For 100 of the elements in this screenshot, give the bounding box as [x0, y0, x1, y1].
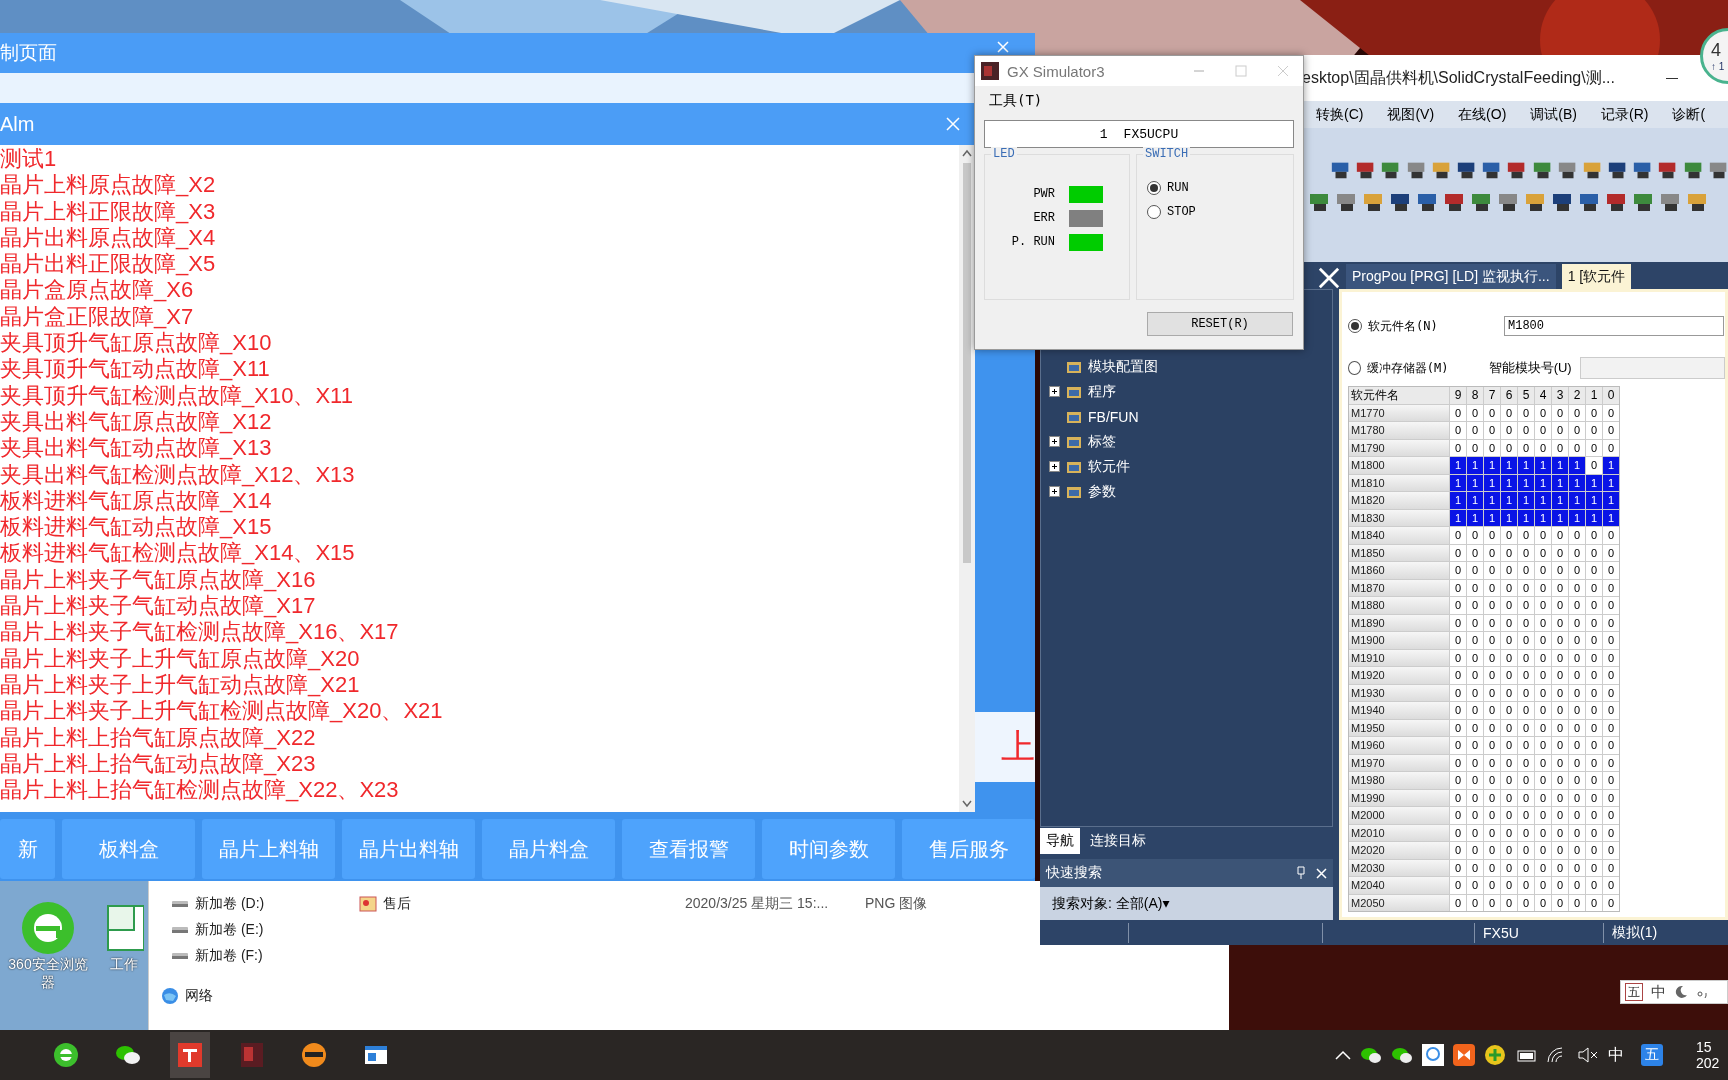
- table-cell[interactable]: 0: [1518, 772, 1534, 789]
- chat-icon[interactable]: [1360, 1045, 1382, 1065]
- table-cell[interactable]: 0: [1586, 667, 1602, 684]
- table-cell[interactable]: 0: [1450, 702, 1466, 719]
- table-cell[interactable]: 0: [1603, 859, 1619, 876]
- toolbar-icon[interactable]: [1686, 191, 1708, 213]
- menu-item[interactable]: 视图(V): [1387, 105, 1435, 124]
- table-cell[interactable]: 0: [1603, 719, 1619, 736]
- table-cell[interactable]: 1: [1552, 509, 1568, 526]
- table-cell[interactable]: 0: [1586, 527, 1602, 544]
- table-cell[interactable]: 0: [1450, 684, 1466, 701]
- table-cell[interactable]: 0: [1450, 877, 1466, 894]
- table-cell[interactable]: 0: [1603, 544, 1619, 561]
- table-cell[interactable]: 0: [1467, 667, 1483, 684]
- table-cell[interactable]: 0: [1586, 684, 1602, 701]
- table-cell[interactable]: 0: [1450, 614, 1466, 631]
- device-name-field[interactable]: M1800: [1504, 316, 1724, 336]
- table-cell[interactable]: 0: [1484, 789, 1500, 806]
- tree-item[interactable]: 程序: [1088, 382, 1116, 401]
- radio-button[interactable]: [1147, 205, 1161, 219]
- minimize-icon[interactable]: [1666, 77, 1678, 79]
- table-cell[interactable]: 0: [1552, 544, 1568, 561]
- table-cell[interactable]: 0: [1603, 807, 1619, 824]
- table-cell[interactable]: 0: [1518, 684, 1534, 701]
- table-cell[interactable]: 0: [1484, 877, 1500, 894]
- table-cell[interactable]: 0: [1484, 614, 1500, 631]
- table-cell[interactable]: 1: [1467, 492, 1483, 509]
- table-cell[interactable]: 1: [1450, 457, 1466, 474]
- browser-icon[interactable]: [52, 1041, 80, 1069]
- table-cell[interactable]: 1: [1552, 474, 1568, 491]
- table-cell[interactable]: 0: [1569, 737, 1585, 754]
- table-cell[interactable]: 0: [1586, 544, 1602, 561]
- table-cell[interactable]: 0: [1535, 877, 1551, 894]
- table-cell[interactable]: 0: [1552, 894, 1568, 911]
- table-cell[interactable]: 0: [1603, 527, 1619, 544]
- table-cell[interactable]: 0: [1569, 859, 1585, 876]
- table-cell[interactable]: 1: [1501, 474, 1517, 491]
- table-cell[interactable]: 0: [1501, 667, 1517, 684]
- table-cell[interactable]: 0: [1535, 597, 1551, 614]
- pin-icon[interactable]: [1296, 866, 1306, 880]
- language-indicator[interactable]: 中: [1608, 1044, 1624, 1066]
- toolbar-icon[interactable]: [1389, 191, 1411, 213]
- table-cell[interactable]: 0: [1552, 824, 1568, 841]
- table-cell[interactable]: 0: [1501, 439, 1517, 456]
- table-cell[interactable]: 0: [1518, 632, 1534, 649]
- table-cell[interactable]: 0: [1467, 789, 1483, 806]
- table-cell[interactable]: 1: [1467, 474, 1483, 491]
- table-cell[interactable]: 0: [1518, 649, 1534, 666]
- table-cell[interactable]: 0: [1535, 842, 1551, 859]
- table-cell[interactable]: 0: [1535, 422, 1551, 439]
- table-cell[interactable]: 0: [1552, 614, 1568, 631]
- table-cell[interactable]: 0: [1518, 422, 1534, 439]
- table-cell[interactable]: 0: [1501, 877, 1517, 894]
- table-cell[interactable]: 0: [1518, 702, 1534, 719]
- table-cell[interactable]: 0: [1603, 737, 1619, 754]
- table-cell[interactable]: 0: [1484, 772, 1500, 789]
- reset-button[interactable]: RESET(R): [1147, 312, 1293, 336]
- table-cell[interactable]: 0: [1569, 684, 1585, 701]
- table-cell[interactable]: 0: [1501, 422, 1517, 439]
- table-cell[interactable]: 0: [1552, 719, 1568, 736]
- table-cell[interactable]: 0: [1467, 737, 1483, 754]
- table-cell[interactable]: 0: [1586, 579, 1602, 596]
- table-cell[interactable]: 1: [1535, 474, 1551, 491]
- table-cell[interactable]: 0: [1569, 579, 1585, 596]
- drive-item[interactable]: 新加卷 (E:): [195, 921, 264, 939]
- table-cell[interactable]: 0: [1552, 439, 1568, 456]
- table-cell[interactable]: 0: [1552, 807, 1568, 824]
- table-cell[interactable]: 0: [1501, 719, 1517, 736]
- table-cell[interactable]: 1: [1450, 492, 1466, 509]
- scrollbar[interactable]: [959, 145, 975, 812]
- table-cell[interactable]: 0: [1569, 562, 1585, 579]
- tree-item[interactable]: 软元件: [1088, 457, 1130, 476]
- table-cell[interactable]: 0: [1552, 422, 1568, 439]
- table-cell[interactable]: 0: [1552, 737, 1568, 754]
- table-cell[interactable]: 0: [1467, 597, 1483, 614]
- table-cell[interactable]: 0: [1518, 404, 1534, 421]
- table-cell[interactable]: 0: [1450, 404, 1466, 421]
- table-cell[interactable]: 0: [1450, 562, 1466, 579]
- table-cell[interactable]: 0: [1552, 562, 1568, 579]
- table-cell[interactable]: 0: [1467, 719, 1483, 736]
- table-cell[interactable]: 0: [1450, 719, 1466, 736]
- table-cell[interactable]: 0: [1501, 859, 1517, 876]
- table-cell[interactable]: 0: [1467, 684, 1483, 701]
- tree-item[interactable]: 标签: [1088, 432, 1116, 451]
- table-cell[interactable]: 0: [1501, 807, 1517, 824]
- table-cell[interactable]: 0: [1535, 667, 1551, 684]
- table-cell[interactable]: 0: [1467, 632, 1483, 649]
- table-cell[interactable]: 0: [1586, 842, 1602, 859]
- table-cell[interactable]: 0: [1450, 807, 1466, 824]
- table-cell[interactable]: 0: [1450, 667, 1466, 684]
- battery-icon[interactable]: [1515, 1048, 1537, 1062]
- table-cell[interactable]: 0: [1586, 649, 1602, 666]
- table-cell[interactable]: 1: [1569, 457, 1585, 474]
- table-cell[interactable]: 0: [1450, 789, 1466, 806]
- input-mode-indicator[interactable]: 五: [1625, 983, 1643, 1001]
- table-cell[interactable]: 1: [1535, 457, 1551, 474]
- menu-item[interactable]: 调试(B): [1530, 105, 1577, 124]
- table-cell[interactable]: 0: [1586, 824, 1602, 841]
- table-cell[interactable]: 0: [1535, 579, 1551, 596]
- table-cell[interactable]: 0: [1603, 684, 1619, 701]
